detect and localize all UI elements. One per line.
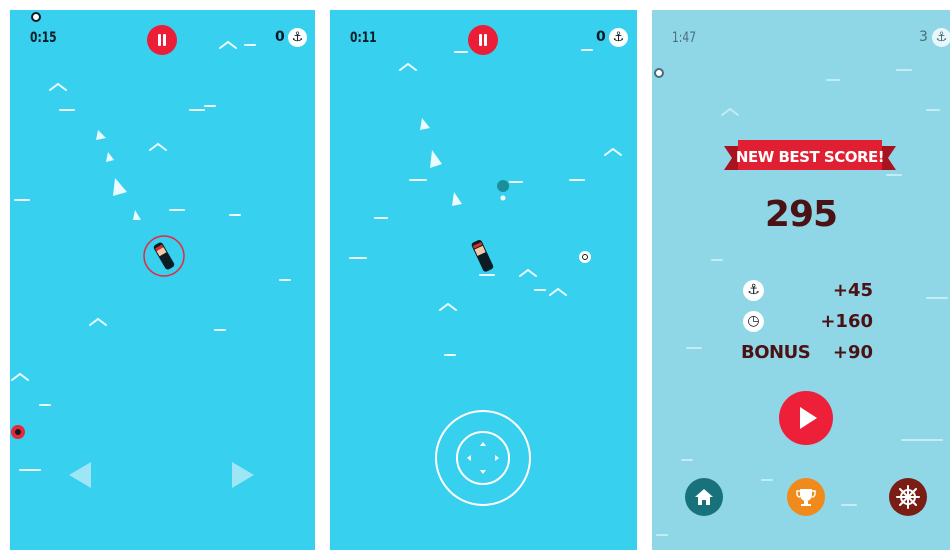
sea-waves (656, 69, 948, 536)
enemy-marker (11, 425, 25, 439)
game-screen-steering: 0:15 0 ⚓ (10, 10, 315, 550)
final-score: 295 (764, 194, 838, 235)
anchor-icon: ⚓ (743, 280, 764, 301)
timer: 0:11 (350, 30, 377, 46)
buoy-icon (654, 68, 664, 78)
play-button[interactable] (779, 391, 833, 445)
trophy-button[interactable] (787, 478, 825, 516)
bonus-points: +90 (832, 342, 873, 363)
ship-wheel-icon (896, 485, 920, 509)
anchor-count: 3 (919, 29, 928, 45)
new-best-label: NEW BEST SCORE! (735, 148, 885, 166)
anchor-points: +45 (832, 280, 873, 301)
pause-button[interactable] (468, 25, 498, 55)
time-points: +160 (820, 311, 873, 332)
settings-button[interactable] (889, 478, 927, 516)
timer: 1:47 (672, 30, 697, 46)
joystick[interactable] (435, 410, 535, 510)
anchor-icon: ⚓ (609, 28, 628, 47)
home-button[interactable] (685, 478, 723, 516)
steer-left-button[interactable] (69, 462, 91, 488)
clock-icon: ◷ (743, 311, 764, 332)
new-best-banner: NEW BEST SCORE! (724, 140, 896, 174)
trophy-icon (796, 489, 816, 506)
anchor-count: 0 (596, 29, 606, 45)
steer-right-button[interactable] (232, 462, 254, 488)
anchor-icon: ⚓ (932, 28, 950, 47)
game-screen-joystick: 0:11 0 ⚓ (330, 10, 637, 550)
home-icon (695, 489, 713, 505)
game-over-screen: 1:47 3 ⚓ NEW BEST SCORE! 295 ⚓ +45 ◷ +16… (652, 10, 950, 550)
bonus-label: BONUS (741, 342, 811, 363)
